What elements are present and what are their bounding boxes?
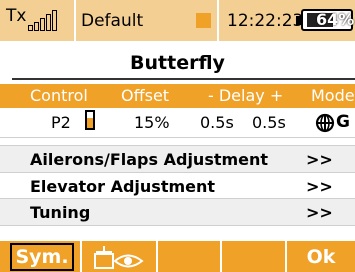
model-name[interactable]: Default [81,0,143,41]
indicator-square-icon [196,13,211,28]
delay-minus-value[interactable]: 0.5s [200,113,234,132]
header-mode: Mode [311,86,355,105]
battery-percent: 64% [316,10,355,29]
control-level-indicator [85,110,95,130]
clock: 12:22:23 [227,10,304,31]
sym-button[interactable]: Sym. [10,243,74,271]
title-divider [12,78,355,80]
view-button[interactable] [82,241,156,272]
mode-suffix: G [336,112,350,132]
status-separator [74,0,76,41]
status-separator [217,0,219,41]
delay-plus-value[interactable]: 0.5s [252,113,286,132]
column-header: Control Offset - Delay + Mode [0,84,355,108]
submenu-arrow-icon: >> [306,203,333,222]
header-control: Control [30,86,88,105]
header-offset: Offset [121,86,170,105]
tx-label: Tx [6,6,27,26]
submenu-arrow-icon: >> [306,150,333,169]
signal-bars-icon [28,9,58,31]
softkey-3[interactable] [158,241,220,272]
tx-eye-icon [94,245,144,269]
menu-item-elevator[interactable]: Elevator Adjustment >> [0,173,355,199]
divider [0,137,355,138]
globe-icon[interactable] [315,113,335,133]
control-name[interactable]: P2 [51,113,71,132]
menu-item-label: Ailerons/Flaps Adjustment [30,150,269,169]
softkey-4[interactable] [222,241,285,272]
ok-button[interactable]: Ok [287,241,355,272]
header-delay: - Delay + [208,86,284,105]
screen: Tx Default 12:22:23 64% Butterfly Contro… [0,0,355,272]
menu-item-ailerons-flaps[interactable]: Ailerons/Flaps Adjustment >> [0,146,355,172]
offset-value[interactable]: 15% [134,113,170,132]
control-level-fill [87,118,93,128]
table-row[interactable]: P2 15% 0.5s 0.5s G [0,108,355,136]
tx-signal: Tx [6,0,70,41]
submenu-arrow-icon: >> [306,177,333,196]
softkey-bar: Sym. Ok [0,241,355,272]
status-bar: Tx Default 12:22:23 64% [0,0,355,41]
menu-item-label: Elevator Adjustment [30,177,216,196]
divider [0,225,355,226]
menu-item-label: Tuning [30,203,91,222]
page-title: Butterfly [130,52,225,74]
menu-item-tuning[interactable]: Tuning >> [0,199,355,225]
